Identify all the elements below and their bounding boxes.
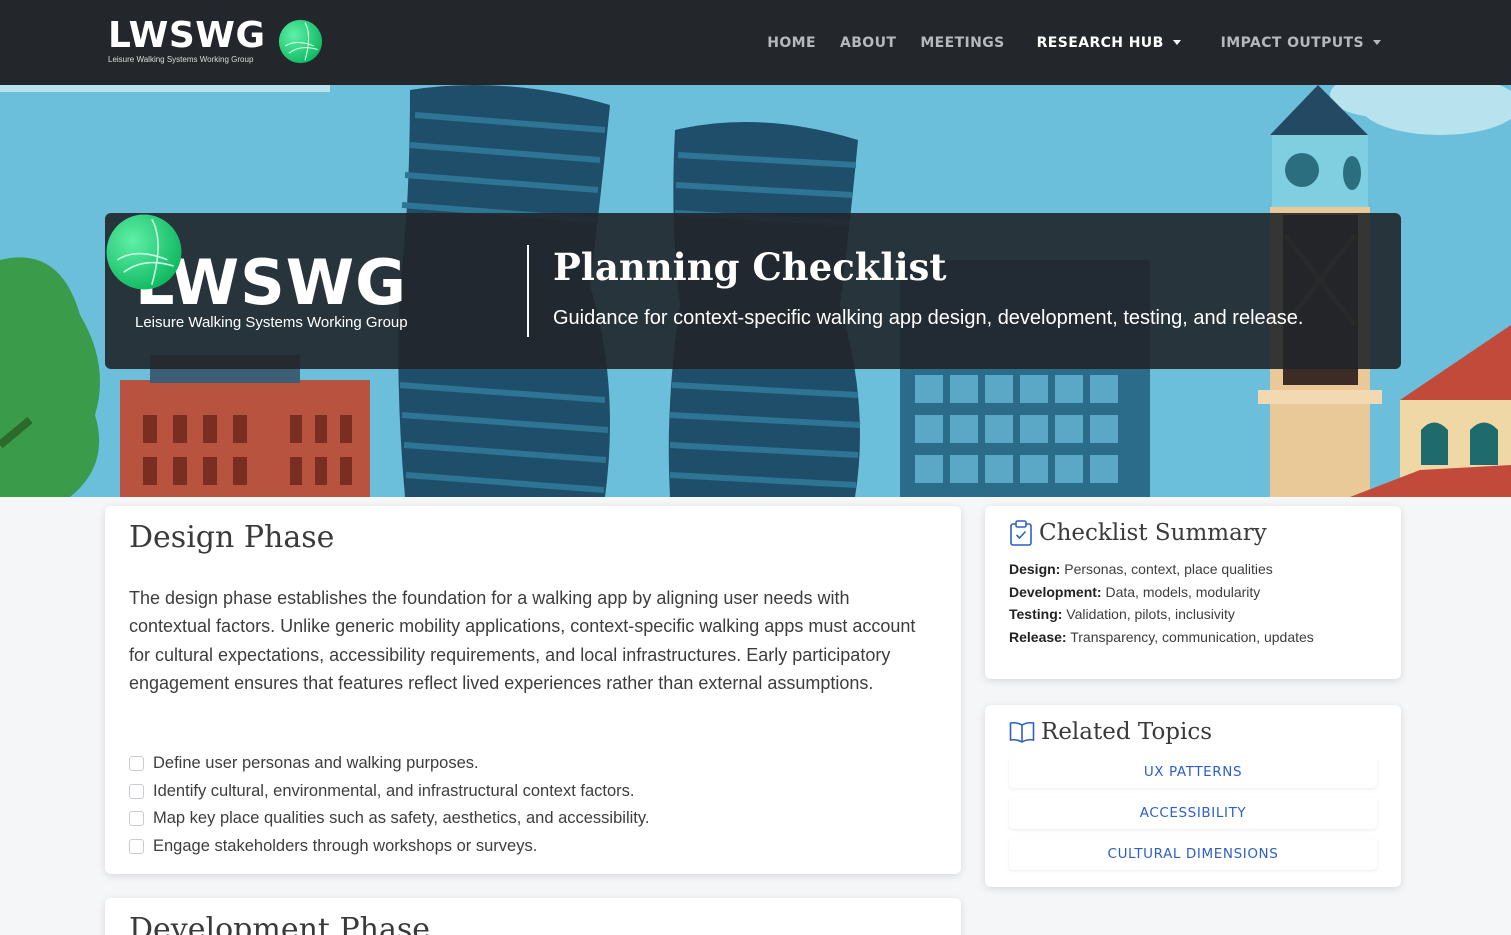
brand-tagline: Leisure Walking Systems Working Group xyxy=(108,55,254,64)
topic-accessibility-button[interactable]: ACCESSIBILITY xyxy=(1009,798,1377,829)
design-phase-title: Design Phase xyxy=(129,520,335,555)
summary-item-label: Testing: xyxy=(1009,606,1063,622)
checklist-item-label: Define user personas and walking purpose… xyxy=(153,754,479,773)
nav-meetings-label: MEETINGS xyxy=(920,34,1005,51)
hero-title-panel: LWSWG Leisure Walking Systems Working Gr… xyxy=(105,213,1401,369)
nav-impact-outputs-dropdown[interactable]: IMPACT OUTPUTS xyxy=(1221,35,1381,51)
summary-item-label: Release: xyxy=(1009,628,1067,645)
summary-item-value: Transparency, communication, updates xyxy=(1070,628,1314,645)
green-globe-icon xyxy=(106,214,182,290)
topic-cultural-dimensions-button[interactable]: CULTURAL DIMENSIONS xyxy=(1009,839,1377,870)
design-checklist: Define user personas and walking purpose… xyxy=(129,750,649,860)
checkbox[interactable] xyxy=(129,811,144,827)
book-icon xyxy=(1009,721,1035,743)
related-title: Related Topics xyxy=(1041,719,1213,745)
design-phase-body: The design phase establishes the foundat… xyxy=(129,588,916,693)
brand-name: LWSWG xyxy=(108,15,266,56)
related-topics-card: Related Topics UX PATTERNS ACCESSIBILITY… xyxy=(985,705,1401,887)
page-title: Planning Checklist xyxy=(553,245,947,289)
summary-item: Release: Transparency, communication, up… xyxy=(1009,626,1314,649)
checklist-item-label: Map key place qualities such as safety, … xyxy=(153,809,650,828)
brand-logo[interactable]: LWSWG Leisure Walking Systems Working Gr… xyxy=(108,16,323,66)
brand-text: LWSWG Leisure Walking Systems Working Gr… xyxy=(108,15,266,65)
checklist-item-label: Engage stakeholders through workshops or… xyxy=(153,837,538,856)
top-navbar: LWSWG Leisure Walking Systems Working Gr… xyxy=(0,0,1511,85)
summary-title: Checklist Summary xyxy=(1039,520,1267,546)
nav-links: HOME ABOUT MEETINGS RESEARCH HUB IMPACT … xyxy=(743,0,1381,85)
summary-header: Checklist Summary xyxy=(1009,520,1267,546)
summary-list: Design: Personas, context, place qualiti… xyxy=(1009,558,1314,648)
design-phase-card: Design Phase The design phase establishe… xyxy=(105,506,961,874)
caret-down-icon xyxy=(1172,40,1181,45)
nav-research-hub-dropdown[interactable]: RESEARCH HUB xyxy=(1037,35,1181,51)
summary-item-label: Design: xyxy=(1009,561,1061,577)
summary-item-value: Validation, pilots, inclusivity xyxy=(1066,606,1235,622)
nav-meetings[interactable]: MEETINGS xyxy=(920,35,1004,51)
checkbox[interactable] xyxy=(129,783,144,799)
checkbox[interactable] xyxy=(129,756,144,772)
hero-banner: LWSWG Leisure Walking Systems Working Gr… xyxy=(0,85,1511,497)
development-phase-title: Development Phase xyxy=(129,912,431,935)
green-globe-icon xyxy=(278,19,322,63)
summary-item-value: Personas, context, place qualities xyxy=(1064,561,1273,577)
checklist-item: Map key place qualities such as safety, … xyxy=(129,805,649,833)
summary-item: Design: Personas, context, place qualiti… xyxy=(1009,558,1314,581)
checklist-item: Define user personas and walking purpose… xyxy=(129,750,649,778)
caret-down-icon xyxy=(1373,40,1381,45)
checklist-item: Identify cultural, environmental, and in… xyxy=(129,778,649,806)
development-phase-card: Development Phase xyxy=(105,898,961,935)
nav-home[interactable]: HOME xyxy=(767,35,816,51)
topic-ux-patterns-button[interactable]: UX PATTERNS xyxy=(1009,757,1377,788)
nav-home-label: HOME xyxy=(767,34,816,51)
nav-impact-outputs-label: IMPACT OUTPUTS xyxy=(1220,34,1364,51)
hero-divider xyxy=(527,245,529,337)
hero-logo-tagline: Leisure Walking Systems Working Group xyxy=(135,314,408,331)
checklist-item: Engage stakeholders through workshops or… xyxy=(129,833,649,861)
checklist-item-label: Identify cultural, environmental, and in… xyxy=(153,781,635,800)
summary-item: Testing: Validation, pilots, inclusivity xyxy=(1009,603,1314,626)
nav-about[interactable]: ABOUT xyxy=(840,35,896,51)
clipboard-check-icon xyxy=(1010,520,1032,546)
nav-research-hub-label: RESEARCH HUB xyxy=(1036,34,1164,51)
checkbox[interactable] xyxy=(129,839,144,855)
checklist-summary-card: Checklist Summary Design: Personas, cont… xyxy=(985,506,1401,679)
summary-item-value: Data, models, modularity xyxy=(1105,583,1261,600)
summary-item-label: Development: xyxy=(1009,583,1102,600)
related-header: Related Topics xyxy=(1009,719,1212,745)
nav-about-label: ABOUT xyxy=(839,34,897,51)
page-subtitle: Guidance for context-specific walking ap… xyxy=(553,307,1304,329)
summary-item: Development: Data, models, modularity xyxy=(1009,581,1314,604)
